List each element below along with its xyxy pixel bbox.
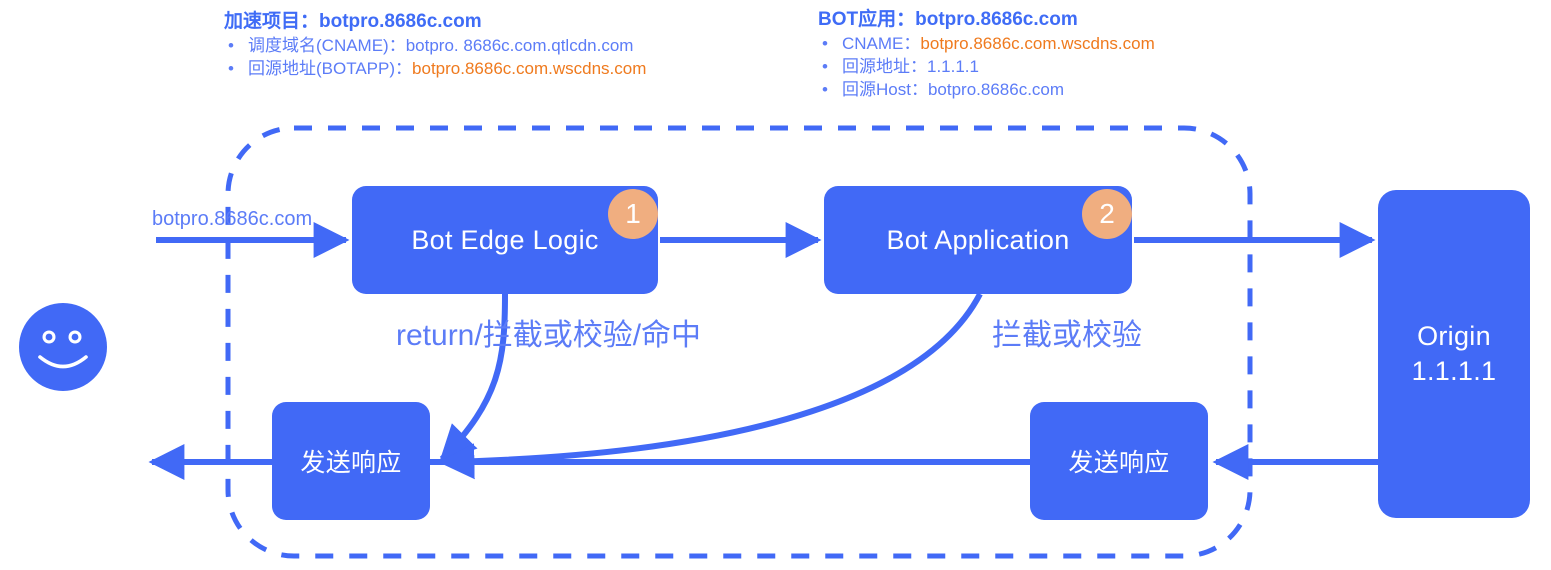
label-request-domain: botpro.8686c.com — [152, 208, 313, 230]
connector-layer — [148, 125, 1378, 559]
node-origin-ip: 1.1.1.1 — [1411, 356, 1497, 386]
node-send-response-right-label: 发送响应 — [1068, 449, 1170, 477]
diagram-canvas: 加速项目：botpro.8686c.com • 调度域名(CNAME)：botpr… — [0, 0, 1551, 570]
bullet-icon: • — [228, 36, 234, 55]
bullet-icon: • — [822, 34, 828, 53]
label-return-path: return/拦截或校验/命中 — [396, 319, 702, 352]
annotation-item-botapp-value: botpro.8686c.com.wscdns.com — [412, 59, 647, 78]
node-bot-edge-logic-label: Bot Edge Logic — [411, 224, 599, 255]
step-badge-2-label: 2 — [1099, 198, 1115, 229]
annotation-accel-project-list: • 调度域名(CNAME)：botpro. 8686c.com.qtlcdn.co… — [224, 37, 646, 77]
label-intercept-path: 拦截或校验 — [992, 319, 1142, 352]
bullet-icon: • — [822, 57, 828, 76]
annotation-item-bot-origin-addr-label: 回源地址： — [842, 57, 927, 76]
annotation-item-bot-cname-value: botpro.8686c.com.wscdns.com — [920, 34, 1155, 53]
step-badge-1-label: 1 — [625, 198, 641, 229]
node-origin-title: Origin — [1417, 321, 1491, 352]
annotation-accel-project: 加速项目：botpro.8686c.com • 调度域名(CNAME)：botpr… — [224, 12, 646, 77]
annotation-item-cname-label: 调度域名(CNAME)： — [248, 36, 406, 55]
bullet-icon: • — [822, 80, 828, 99]
bullet-icon: • — [228, 59, 234, 78]
node-origin[interactable]: Origin 1.1.1.1 — [1378, 190, 1530, 518]
annotation-item-cname-value: botpro. 8686c.com.qtlcdn.com — [405, 36, 634, 55]
annotation-bot-application: BOT应用：botpro.8686c.com • CNAME：botpro.868… — [818, 10, 1155, 98]
annotation-item-cname: • 调度域名(CNAME)：botpro. 8686c.com.qtlcdn.co… — [224, 37, 646, 54]
annotation-item-bot-cname: • CNAME：botpro.8686c.com.wscdns.com — [818, 35, 1155, 52]
node-send-response-right[interactable]: 发送响应 — [1030, 402, 1208, 520]
node-bot-application-label: Bot Application — [886, 224, 1070, 255]
node-send-response-left[interactable]: 发送响应 — [272, 402, 430, 520]
user-smiley-icon — [19, 303, 107, 391]
annotation-bot-application-list: • CNAME：botpro.8686c.com.wscdns.com • 回源地址… — [818, 35, 1155, 98]
step-badge-2: 2 — [1082, 189, 1132, 239]
annotation-item-bot-origin-addr-value: 1.1.1.1 — [927, 57, 979, 76]
annotation-item-bot-origin-addr: • 回源地址：1.1.1.1 — [818, 58, 1155, 75]
annotation-bot-application-title: BOT应用：botpro.8686c.com — [818, 9, 1078, 30]
annotation-item-bot-origin-host: • 回源Host：botpro.8686c.com — [818, 81, 1155, 98]
node-send-response-left-label: 发送响应 — [300, 449, 402, 477]
annotation-item-botapp: • 回源地址(BOTAPP)：botpro.8686c.com.wscdns.co… — [224, 60, 646, 77]
annotation-item-botapp-label: 回源地址(BOTAPP)： — [248, 59, 413, 78]
step-badge-1: 1 — [608, 189, 658, 239]
annotation-accel-project-title: 加速项目：botpro.8686c.com — [224, 11, 482, 32]
annotation-item-bot-origin-host-value: botpro.8686c.com — [927, 80, 1065, 99]
annotation-item-bot-origin-host-label: 回源Host： — [842, 80, 928, 99]
annotation-item-bot-cname-label: CNAME： — [842, 34, 921, 53]
